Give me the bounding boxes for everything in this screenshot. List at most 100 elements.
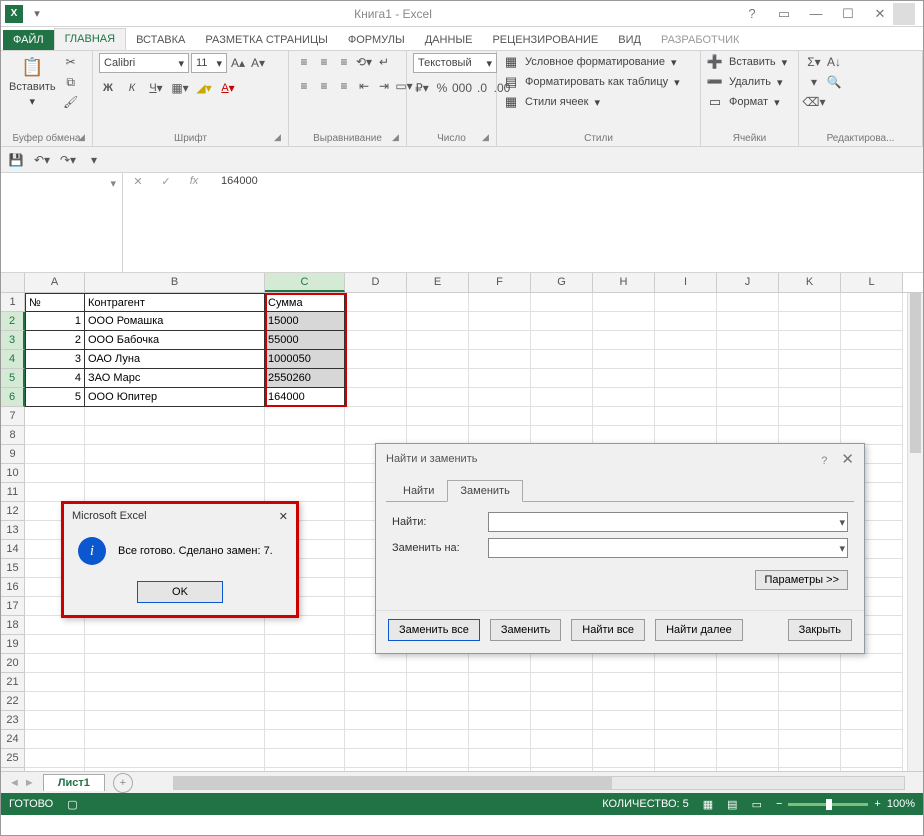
close-button[interactable]: Закрыть: [788, 619, 852, 641]
font-name-select[interactable]: Calibri▾: [99, 53, 189, 73]
enter-formula-icon[interactable]: ✓: [157, 175, 175, 188]
cell-C26[interactable]: [265, 768, 345, 771]
cell-C19[interactable]: [265, 635, 345, 654]
cell-J23[interactable]: [717, 711, 779, 730]
cell-C6[interactable]: 164000: [265, 388, 345, 407]
minimize-icon[interactable]: —: [803, 4, 829, 24]
cell-G21[interactable]: [531, 673, 593, 692]
cell-F5[interactable]: [469, 369, 531, 388]
macro-record-icon[interactable]: ▢: [67, 798, 77, 811]
cell-H20[interactable]: [593, 654, 655, 673]
cell-C18[interactable]: [265, 616, 345, 635]
cell-E3[interactable]: [407, 331, 469, 350]
cell-L2[interactable]: [841, 312, 903, 331]
cell-B2[interactable]: ООО Ромашка: [85, 312, 265, 331]
cell-A8[interactable]: [25, 426, 85, 445]
cell-G1[interactable]: [531, 293, 593, 312]
cell-styles-button[interactable]: ▦Стили ячеек▾: [503, 93, 600, 111]
tab-page-layout[interactable]: РАЗМЕТКА СТРАНИЦЫ: [195, 30, 337, 50]
cell-A3[interactable]: 2: [25, 331, 85, 350]
cut-icon[interactable]: ✂: [62, 53, 80, 71]
cell-B25[interactable]: [85, 749, 265, 768]
format-as-table-button[interactable]: ▤Форматировать как таблицу▾: [503, 73, 680, 91]
cell-G23[interactable]: [531, 711, 593, 730]
tab-data[interactable]: ДАННЫЕ: [415, 30, 483, 50]
cell-A5[interactable]: 4: [25, 369, 85, 388]
delete-cells-button[interactable]: ➖Удалить▾: [707, 73, 783, 91]
cell-A2[interactable]: 1: [25, 312, 85, 331]
cell-C8[interactable]: [265, 426, 345, 445]
cell-C5[interactable]: 2550260: [265, 369, 345, 388]
cell-F6[interactable]: [469, 388, 531, 407]
find-help-icon[interactable]: ?: [821, 455, 827, 467]
cell-B26[interactable]: [85, 768, 265, 771]
sheet-prev-icon[interactable]: ◄: [9, 777, 20, 789]
add-sheet-button[interactable]: +: [113, 773, 133, 793]
cell-F25[interactable]: [469, 749, 531, 768]
cell-D4[interactable]: [345, 350, 407, 369]
cell-C21[interactable]: [265, 673, 345, 692]
cell-J6[interactable]: [717, 388, 779, 407]
sort-filter-icon[interactable]: A↓: [825, 53, 843, 71]
cell-G3[interactable]: [531, 331, 593, 350]
cell-D22[interactable]: [345, 692, 407, 711]
cell-E6[interactable]: [407, 388, 469, 407]
cell-K21[interactable]: [779, 673, 841, 692]
sheet-next-icon[interactable]: ►: [24, 777, 35, 789]
cell-F20[interactable]: [469, 654, 531, 673]
paste-button[interactable]: 📋 Вставить ▾: [7, 53, 58, 110]
find-all-button[interactable]: Найти все: [571, 619, 645, 641]
currency-icon[interactable]: ₽▾: [413, 79, 431, 97]
cell-D23[interactable]: [345, 711, 407, 730]
border-button[interactable]: ▦▾: [171, 79, 189, 97]
cell-C25[interactable]: [265, 749, 345, 768]
name-box[interactable]: ▾: [1, 173, 123, 272]
cell-H4[interactable]: [593, 350, 655, 369]
tab-review[interactable]: РЕЦЕНЗИРОВАНИЕ: [482, 30, 608, 50]
cell-J24[interactable]: [717, 730, 779, 749]
cell-E21[interactable]: [407, 673, 469, 692]
cell-K5[interactable]: [779, 369, 841, 388]
insert-cells-button[interactable]: ➕Вставить▾: [707, 53, 787, 71]
cell-E25[interactable]: [407, 749, 469, 768]
cell-D25[interactable]: [345, 749, 407, 768]
tab-replace[interactable]: Заменить: [447, 480, 522, 502]
tab-find[interactable]: Найти: [390, 480, 447, 502]
cell-F22[interactable]: [469, 692, 531, 711]
cell-J22[interactable]: [717, 692, 779, 711]
cell-B21[interactable]: [85, 673, 265, 692]
align-bottom-icon[interactable]: ≡: [335, 53, 353, 71]
increase-font-icon[interactable]: A▴: [229, 54, 247, 72]
cell-L24[interactable]: [841, 730, 903, 749]
cell-K26[interactable]: [779, 768, 841, 771]
cell-G22[interactable]: [531, 692, 593, 711]
bold-button[interactable]: Ж: [99, 79, 117, 97]
cell-B18[interactable]: [85, 616, 265, 635]
cell-A20[interactable]: [25, 654, 85, 673]
cell-A22[interactable]: [25, 692, 85, 711]
cell-J7[interactable]: [717, 407, 779, 426]
cell-L22[interactable]: [841, 692, 903, 711]
zoom-control[interactable]: − + 100%: [776, 798, 915, 810]
cell-L26[interactable]: [841, 768, 903, 771]
increase-decimal-icon[interactable]: .0: [473, 79, 491, 97]
cell-D6[interactable]: [345, 388, 407, 407]
cell-E24[interactable]: [407, 730, 469, 749]
cell-D7[interactable]: [345, 407, 407, 426]
cell-A18[interactable]: [25, 616, 85, 635]
cell-H2[interactable]: [593, 312, 655, 331]
cell-A23[interactable]: [25, 711, 85, 730]
cell-L21[interactable]: [841, 673, 903, 692]
cell-H3[interactable]: [593, 331, 655, 350]
ribbon-options-icon[interactable]: ▭: [771, 4, 797, 24]
cell-H26[interactable]: [593, 768, 655, 771]
cell-K22[interactable]: [779, 692, 841, 711]
cell-A9[interactable]: [25, 445, 85, 464]
cell-J20[interactable]: [717, 654, 779, 673]
align-left-icon[interactable]: ≡: [295, 77, 313, 95]
cell-K4[interactable]: [779, 350, 841, 369]
cell-J21[interactable]: [717, 673, 779, 692]
cell-A26[interactable]: [25, 768, 85, 771]
cell-L6[interactable]: [841, 388, 903, 407]
cell-L1[interactable]: [841, 293, 903, 312]
